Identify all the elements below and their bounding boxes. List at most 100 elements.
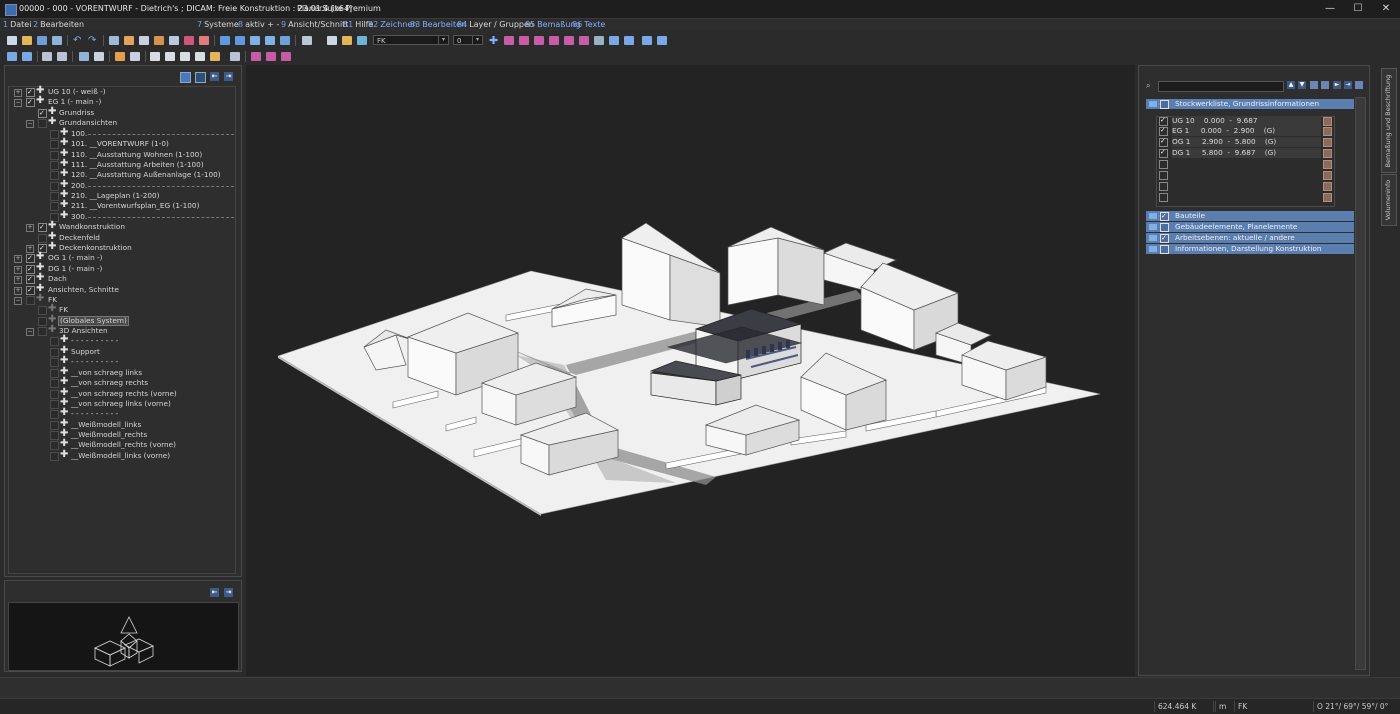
storey-icon[interactable] <box>1323 127 1332 136</box>
zoom-all-icon[interactable] <box>265 36 275 45</box>
bar-bottom-icon[interactable] <box>579 36 589 45</box>
minimize-button[interactable]: — <box>1316 0 1344 18</box>
storey-icon[interactable] <box>1323 138 1332 147</box>
maximize-button[interactable]: ☐ <box>1344 0 1372 18</box>
storey-row[interactable]: OG 1 2.900 - 5.800 (G) <box>1172 137 1321 147</box>
status-unit[interactable]: m <box>1215 701 1233 712</box>
arrow-up-icon[interactable]: ▲ <box>1287 81 1295 89</box>
list-view-icon[interactable] <box>1310 81 1318 89</box>
menu-systeme[interactable]: 7 Systeme <box>197 20 239 29</box>
3d-viewport[interactable] <box>246 65 1135 676</box>
cut-icon[interactable] <box>165 52 175 61</box>
chart-icon[interactable] <box>7 52 17 61</box>
number-combo[interactable]: 0 ▾ <box>453 35 483 45</box>
add-icon[interactable]: ✚ <box>489 35 499 46</box>
view-icon[interactable] <box>109 36 119 45</box>
info-panel-scrollbar[interactable] <box>1355 97 1366 670</box>
table-icon[interactable] <box>79 52 89 61</box>
storey-row[interactable]: DG 1 5.800 - 9.687 (G) <box>1172 148 1321 158</box>
rotate-icon[interactable] <box>42 52 52 61</box>
layer-tool-icon[interactable] <box>302 36 312 45</box>
collapse-icon[interactable]: ⇤ <box>210 588 219 597</box>
storey-icon[interactable] <box>1323 182 1332 191</box>
undo-icon[interactable]: ↶ <box>73 36 83 46</box>
storey-icon[interactable] <box>1323 171 1332 180</box>
close-button[interactable]: ✕ <box>1372 0 1400 18</box>
print-icon[interactable] <box>154 36 164 45</box>
collapse-icon[interactable]: ⇤ <box>210 72 219 81</box>
eraser-icon[interactable] <box>150 52 160 61</box>
align-right-icon[interactable] <box>534 36 544 45</box>
section-bauteile[interactable]: Bauteile <box>1146 211 1354 221</box>
pen-icon[interactable] <box>327 36 337 45</box>
storey-checkbox[interactable] <box>1159 171 1168 180</box>
list-icon[interactable] <box>94 52 104 61</box>
shape-icon[interactable] <box>251 52 261 61</box>
new-file-icon[interactable] <box>7 36 17 45</box>
uncheck-all-icon[interactable] <box>195 72 206 83</box>
trim-icon[interactable] <box>180 52 190 61</box>
status-layer[interactable]: FK <box>1234 701 1313 712</box>
arrow-right-icon[interactable]: ► <box>1333 81 1341 89</box>
check-all-icon[interactable] <box>180 72 191 83</box>
export-icon[interactable] <box>169 36 179 45</box>
tab-bemassung-beschriftung[interactable]: Bemaßung und Beschriftung <box>1381 68 1397 173</box>
section-gebaeudeelemente[interactable]: Gebäudeelemente, Planelemente <box>1146 222 1354 232</box>
wrench-icon[interactable] <box>230 52 240 61</box>
filter-icon[interactable] <box>281 52 291 61</box>
page-icon[interactable] <box>139 36 149 45</box>
storey-checkbox[interactable] <box>1159 126 1168 136</box>
menu-icon[interactable] <box>1355 81 1363 89</box>
bars-icon[interactable] <box>22 52 32 61</box>
align-left-icon[interactable] <box>504 36 514 45</box>
copy-icon[interactable] <box>657 36 667 45</box>
bar-top-icon[interactable] <box>564 36 574 45</box>
brush-icon[interactable] <box>342 36 352 45</box>
save-as-icon[interactable] <box>52 36 62 45</box>
menu-ansicht-schnitt[interactable]: 9 Ansicht/Schnitt <box>281 20 348 29</box>
menu-layer-gruppen[interactable]: 84 Layer / Gruppen <box>457 20 534 29</box>
storey-checkbox[interactable] <box>1159 116 1168 126</box>
storey-icon[interactable] <box>1323 193 1332 202</box>
pan-icon[interactable] <box>280 36 290 45</box>
menu-aktiv[interactable]: 8 aktiv + - <box>238 20 279 29</box>
open-folder-icon[interactable] <box>22 36 32 45</box>
detail-view-icon[interactable] <box>1321 81 1329 89</box>
layer-combo[interactable]: FK ▾ <box>373 35 449 45</box>
storey-icon[interactable] <box>1323 117 1332 126</box>
section-arbeitsebenen[interactable]: Arbeitsebenen: aktuelle / andere <box>1146 233 1354 243</box>
storey-icon[interactable] <box>1323 160 1332 169</box>
ruler-icon[interactable] <box>115 52 125 61</box>
storey-checkbox[interactable] <box>1159 182 1168 191</box>
mirror-icon[interactable] <box>624 36 634 45</box>
move-icon[interactable] <box>642 36 652 45</box>
storey-row[interactable]: EG 1 0.000 - 2.900 (G) <box>1172 126 1321 136</box>
layers-icon[interactable] <box>357 36 367 45</box>
layout-icon[interactable] <box>124 36 134 45</box>
tree-item[interactable]: ✚ 300. <box>38 211 234 222</box>
pin-icon[interactable]: ⇥ <box>224 72 233 81</box>
menu-datei[interactable]: 1 Datei <box>3 20 31 29</box>
save-icon[interactable] <box>37 36 47 45</box>
grid-icon[interactable] <box>594 36 604 45</box>
storey-checkbox[interactable] <box>1159 148 1168 158</box>
search-input[interactable] <box>1158 81 1284 92</box>
storey-row[interactable]: UG 10 0.000 - 9.687 <box>1172 116 1321 126</box>
wand-icon[interactable] <box>266 52 276 61</box>
storey-icon[interactable] <box>1323 149 1332 158</box>
zoom-window-icon[interactable] <box>250 36 260 45</box>
image-icon[interactable] <box>130 52 140 61</box>
pin-icon[interactable]: ⇥ <box>224 588 233 597</box>
building-icon[interactable] <box>199 36 209 45</box>
storey-checkbox[interactable] <box>1159 193 1168 202</box>
storey-list-header[interactable]: Stockwerkliste, Grundrissinformationen <box>1146 99 1354 109</box>
redo-icon[interactable]: ↷ <box>88 36 98 46</box>
extend-icon[interactable] <box>195 52 205 61</box>
paint-icon[interactable] <box>210 52 220 61</box>
arrow-down-icon[interactable]: ▼ <box>1298 81 1306 89</box>
zoom-out-icon[interactable] <box>235 36 245 45</box>
storey-checkbox[interactable] <box>1159 160 1168 169</box>
align-center-icon[interactable] <box>519 36 529 45</box>
menu-bearbeiten[interactable]: 2 Bearbeiten <box>33 20 84 29</box>
menu-texte[interactable]: 86 Texte <box>572 20 605 29</box>
